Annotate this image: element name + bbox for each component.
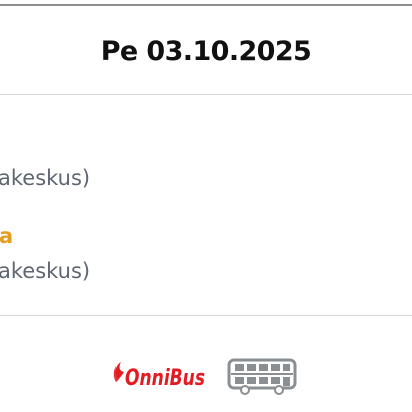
header: Pe 03.10.2025 [0,6,412,94]
stop-text-upper: akeskus) [0,166,91,190]
booking-details-screen: Pe 03.10.2025 akeskus) a akeskus) OnniBu… [0,0,412,412]
double-decker-bus-icon [227,358,297,395]
details-panel: akeskus) a akeskus) [0,95,412,315]
accent-glyph: a [0,224,14,248]
date-title: Pe 03.10.2025 [100,36,312,67]
onnibus-logo: OnniBus [113,362,205,391]
footer: OnniBus [0,316,412,412]
onnibus-logo-text: OnniBus [125,366,205,391]
stop-text-lower: akeskus) [0,259,91,283]
